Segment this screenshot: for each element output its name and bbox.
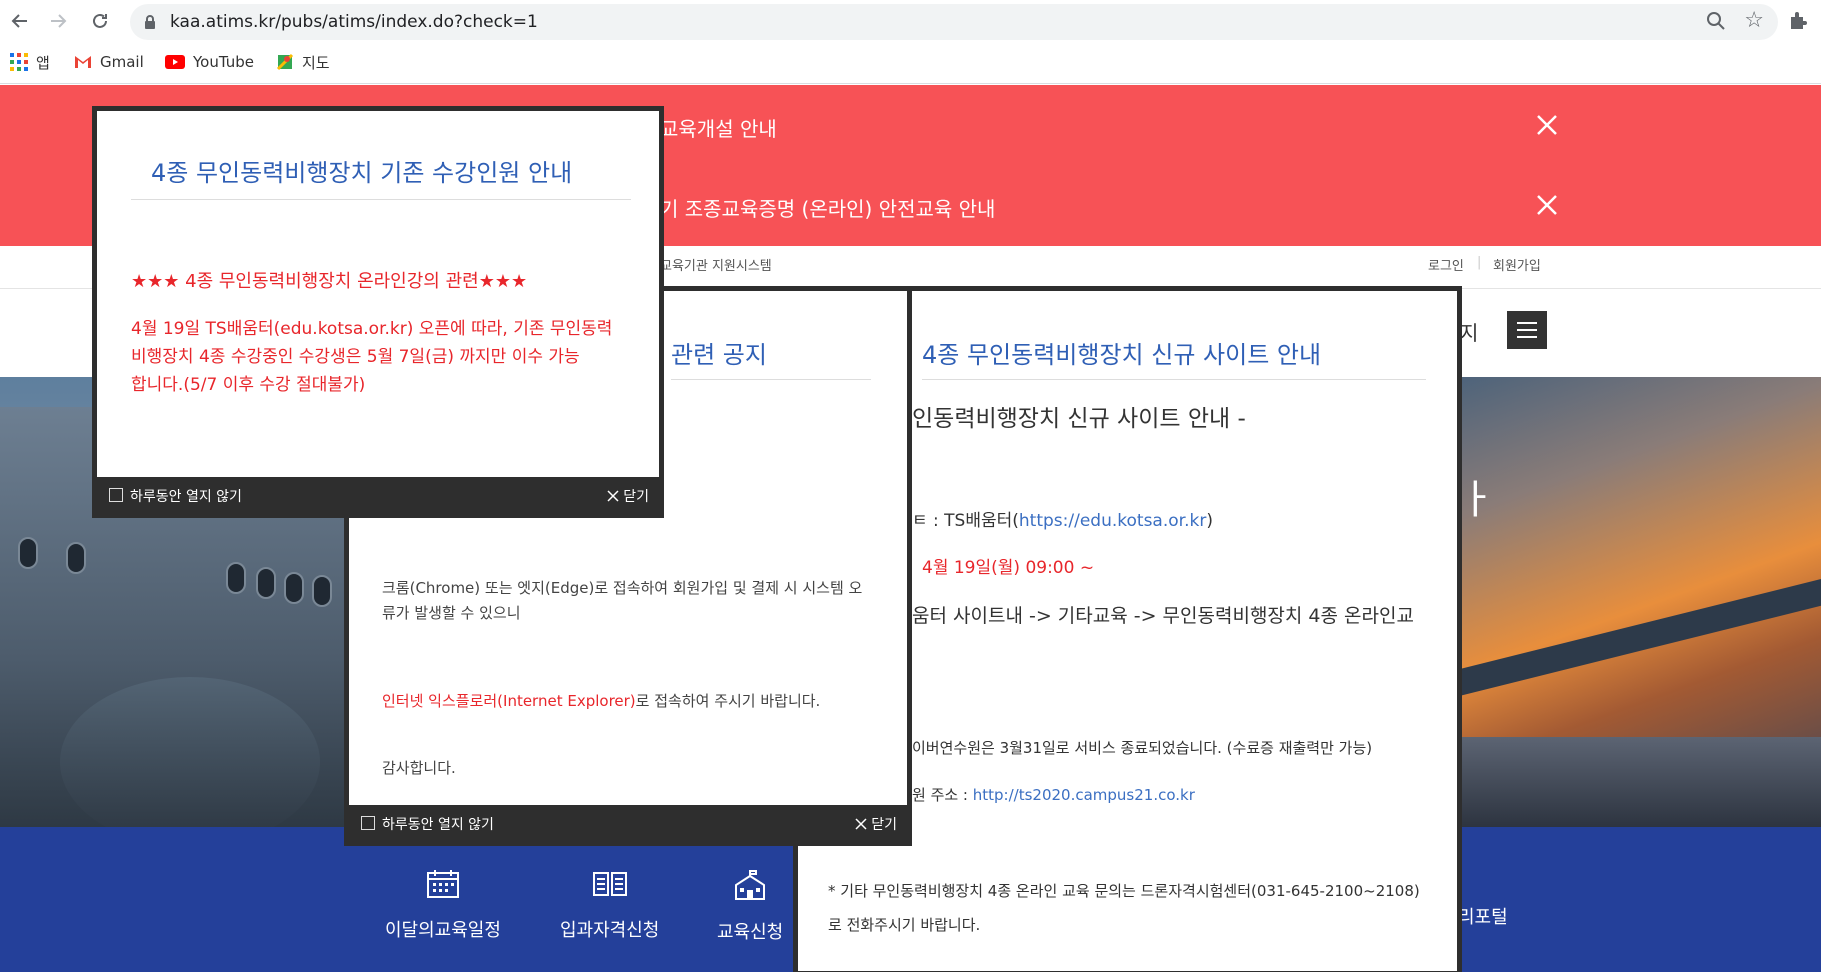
browser-toolbar: kaa.atims.kr/pubs/atims/index.do?check=1… bbox=[0, 0, 1821, 84]
close-button[interactable]: 닫기 bbox=[854, 814, 897, 834]
quick-link-label: 교육신청 bbox=[717, 922, 784, 943]
close-label: 닫기 bbox=[871, 817, 897, 833]
close-icon[interactable] bbox=[1534, 112, 1560, 138]
airplane-window bbox=[312, 575, 332, 607]
close-button[interactable]: 닫기 bbox=[606, 486, 649, 506]
bookmark-apps[interactable]: 앱 bbox=[10, 50, 50, 74]
bookmark-label: YouTube bbox=[193, 53, 254, 71]
popup-footer: 하루동안 열지 않기 닫기 bbox=[97, 477, 659, 513]
airplane-window bbox=[284, 572, 304, 604]
hamburger-menu-icon[interactable] bbox=[1507, 311, 1547, 349]
bookmark-label: 앱 bbox=[36, 53, 50, 72]
bookmark-label: 지도 bbox=[302, 53, 330, 72]
address-bar[interactable]: kaa.atims.kr/pubs/atims/index.do?check=1… bbox=[130, 4, 1778, 40]
lock-icon bbox=[144, 14, 156, 33]
dont-show-checkbox[interactable] bbox=[109, 488, 123, 502]
join-link[interactable]: 회원가입 bbox=[1493, 255, 1541, 274]
bookmark-gmail[interactable]: Gmail bbox=[74, 50, 144, 74]
site-subtitle: 교육기관 지원시스템 bbox=[660, 259, 772, 274]
popup-footer: 하루동안 열지 않기 닫기 bbox=[349, 805, 907, 841]
reload-icon[interactable] bbox=[86, 7, 114, 35]
notice-text-2[interactable]: 기 조종교육증명 (온라인) 안전교육 안내 bbox=[660, 193, 995, 222]
quick-link-qualification[interactable]: 입과자격신청 bbox=[560, 869, 659, 942]
new-site-link[interactable]: https://edu.kotsa.or.kr bbox=[1019, 511, 1206, 531]
airplane-window bbox=[18, 537, 38, 569]
body-line-2: 비행장치 4종 수강중인 수강생은 5월 7일(금) 까지만 이수 가능 bbox=[131, 347, 580, 367]
popup-title: 4종 무인동력비행장치 신규 사이트 안내 bbox=[922, 341, 1322, 369]
bookmark-youtube[interactable]: YouTube bbox=[165, 50, 254, 74]
maps-icon bbox=[276, 53, 294, 71]
bookmark-label: Gmail bbox=[100, 53, 144, 71]
close-icon bbox=[607, 490, 619, 502]
divider bbox=[922, 379, 1426, 380]
airplane-window bbox=[226, 562, 246, 594]
popup-heading: ★★★ 4종 무인동력비행장치 온라인강의 관련★★★ bbox=[131, 271, 528, 292]
quick-link-label: 리포털 bbox=[1458, 907, 1508, 928]
youtube-icon bbox=[165, 55, 185, 69]
zoom-icon[interactable] bbox=[1706, 11, 1726, 35]
gmail-icon bbox=[74, 55, 92, 69]
quick-link-label: 입과자격신청 bbox=[560, 920, 660, 941]
popup-existing-students: 4종 무인동력비행장치 기존 수강인원 안내 ★★★ 4종 무인동력비행장치 온… bbox=[92, 106, 664, 518]
inquiry-line-2: 로 전화주시기 바랍니다. bbox=[828, 916, 981, 934]
site-suffix: ) bbox=[1206, 511, 1213, 531]
ie-rest: 로 접속하여 주시기 바랍니다. bbox=[635, 692, 821, 710]
dont-show-checkbox[interactable] bbox=[361, 816, 375, 830]
forward-icon[interactable] bbox=[44, 7, 72, 35]
close-icon bbox=[855, 818, 867, 830]
calendar-icon bbox=[385, 869, 501, 904]
airplane-window bbox=[66, 542, 86, 574]
airplane-window bbox=[256, 567, 276, 599]
login-link[interactable]: 로그인 bbox=[1428, 255, 1464, 274]
menu-partial-text: 지 bbox=[1460, 321, 1479, 345]
dont-show-label[interactable]: 하루동안 열지 않기 bbox=[382, 814, 494, 834]
book-icon bbox=[560, 869, 659, 904]
quick-link-monthly-schedule[interactable]: 이달의교육일정 bbox=[385, 869, 501, 942]
ie-text: 인터넷 익스플로러(Internet Explorer) bbox=[382, 692, 636, 710]
ie-recommendation: 인터넷 익스플로러(Internet Explorer)로 접속하여 주시기 바… bbox=[382, 690, 820, 711]
notice-text-1[interactable]: 교육개설 안내 bbox=[660, 113, 777, 142]
quick-link-apply[interactable]: 교육신청 bbox=[717, 869, 783, 944]
quick-link-label: 이달의교육일정 bbox=[385, 920, 501, 941]
divider bbox=[671, 379, 871, 380]
extensions-icon[interactable] bbox=[1788, 9, 1810, 35]
popup-title: 관련 공지 bbox=[671, 341, 767, 369]
thanks-text: 감사합니다. bbox=[382, 759, 456, 777]
nav-divider: | bbox=[1477, 255, 1482, 270]
address-prefix: 원 주소 : bbox=[912, 786, 973, 804]
site-prefix: ㅌ : TS배움터( bbox=[912, 511, 1019, 531]
divider bbox=[131, 199, 631, 200]
body-line-1: 4월 19일 TS배움터(edu.kotsa.or.kr) 오픈에 따라, 기존… bbox=[131, 319, 613, 339]
browser-warning-1: 크롬(Chrome) 또는 엣지(Edge)로 접속하여 회원가입 및 결제 시… bbox=[382, 579, 863, 597]
dont-show-label[interactable]: 하루동안 열지 않기 bbox=[130, 486, 242, 506]
bookmark-maps[interactable]: 지도 bbox=[276, 50, 330, 74]
navigation-path: 움터 사이트내 -> 기타교육 -> 무인동력비행장치 4종 온라인교 bbox=[912, 605, 1414, 627]
back-icon[interactable] bbox=[6, 7, 34, 35]
open-date: 4월 19일(월) 09:00 ~ bbox=[922, 558, 1095, 578]
quick-link-portal[interactable]: 리포털 bbox=[1458, 903, 1508, 929]
address-line: 원 주소 : http://ts2020.campus21.co.kr bbox=[912, 784, 1195, 805]
body-line-3: 합니다.(5/7 이후 수강 절대불가) bbox=[131, 375, 366, 395]
school-icon bbox=[717, 869, 783, 906]
site-line: ㅌ : TS배움터(https://edu.kotsa.or.kr) bbox=[912, 506, 1213, 531]
popup-heading: 인동력비행장치 신규 사이트 안내 - bbox=[912, 406, 1246, 432]
browser-warning-2: 류가 발생할 수 있으니 bbox=[382, 604, 521, 622]
apps-grid-icon bbox=[10, 53, 28, 71]
inquiry-line-1: * 기타 무인동력비행장치 4종 온라인 교육 문의는 드론자격시험센터(031… bbox=[828, 882, 1420, 900]
close-label: 닫기 bbox=[623, 489, 649, 505]
hero-partial-text: ㅏ bbox=[1458, 477, 1495, 523]
url-text: kaa.atims.kr/pubs/atims/index.do?check=1 bbox=[170, 12, 538, 32]
bookmark-star-icon[interactable]: ☆ bbox=[1744, 8, 1764, 33]
old-site-link[interactable]: http://ts2020.campus21.co.kr bbox=[973, 786, 1195, 804]
service-end-notice: 이버연수원은 3월31일로 서비스 종료되었습니다. (수료증 재출력만 가능) bbox=[912, 739, 1373, 757]
close-icon[interactable] bbox=[1534, 192, 1560, 218]
popup-title: 4종 무인동력비행장치 기존 수강인원 안내 bbox=[151, 159, 573, 187]
